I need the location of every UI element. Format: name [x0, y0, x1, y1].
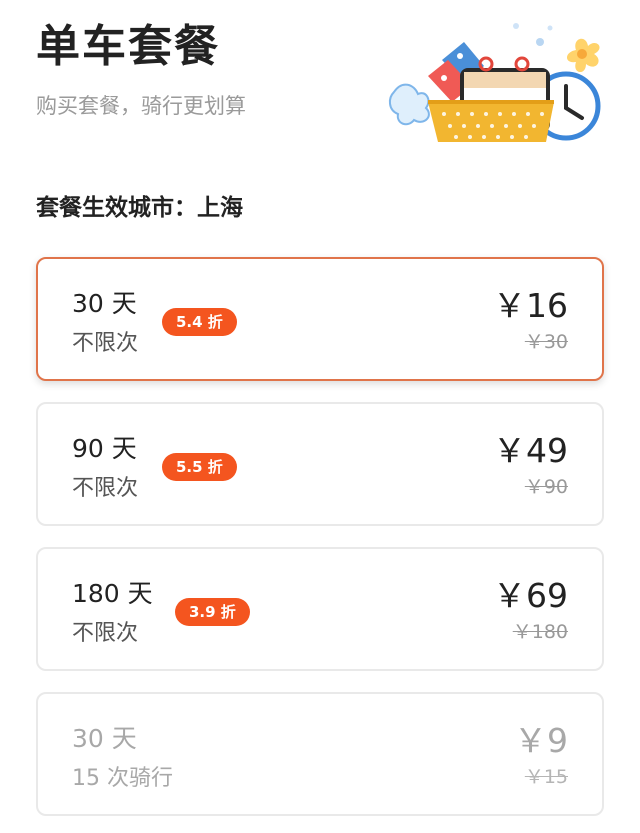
- plan-original-price: ￥90: [524, 476, 568, 498]
- effective-city-label: 套餐生效城市：上海: [36, 195, 243, 221]
- page-subtitle: 购买套餐，骑行更划算: [36, 94, 246, 118]
- plan-original-price: ￥30: [524, 331, 568, 353]
- plan-price: ￥69: [493, 576, 568, 615]
- plan-price: ￥9: [514, 721, 568, 760]
- plan-duration: 30 天: [72, 724, 137, 753]
- plan-duration: 30 天: [72, 289, 137, 318]
- page-title: 单车套餐: [36, 21, 220, 72]
- plan-card-90-days-unlimited[interactable]: 90 天 不限次 5.5 折 ￥49 ￥90: [36, 402, 604, 526]
- plan-ride-limit: 15 次骑行: [72, 766, 173, 791]
- plan-duration: 180 天: [72, 579, 153, 608]
- plan-card-30-days-15-rides[interactable]: 30 天 15 次骑行 ￥9 ￥15: [36, 692, 604, 816]
- plan-ride-limit: 不限次: [72, 621, 139, 646]
- plan-card-180-days-unlimited[interactable]: 180 天 不限次 3.9 折 ￥69 ￥180: [36, 547, 604, 671]
- plan-ride-limit: 不限次: [72, 331, 139, 356]
- plan-price: ￥49: [493, 431, 568, 470]
- plan-original-price: ￥180: [512, 621, 568, 643]
- discount-badge: 5.4 折: [162, 308, 237, 336]
- discount-badge: 5.5 折: [162, 453, 237, 481]
- shopping-basket-illustration-icon: [388, 20, 608, 145]
- discount-badge: 3.9 折: [175, 598, 250, 626]
- plan-original-price: ￥15: [524, 766, 568, 788]
- plan-ride-limit: 不限次: [72, 476, 139, 501]
- plan-card-30-days-unlimited[interactable]: 30 天 不限次 5.4 折 ￥16 ￥30: [36, 257, 604, 381]
- plan-duration: 90 天: [72, 434, 137, 463]
- plan-price: ￥16: [493, 286, 568, 325]
- bike-package-page: 单车套餐 购买套餐，骑行更划算 套餐生效城市：上海 30 天 不限次 5.4 折…: [0, 0, 640, 833]
